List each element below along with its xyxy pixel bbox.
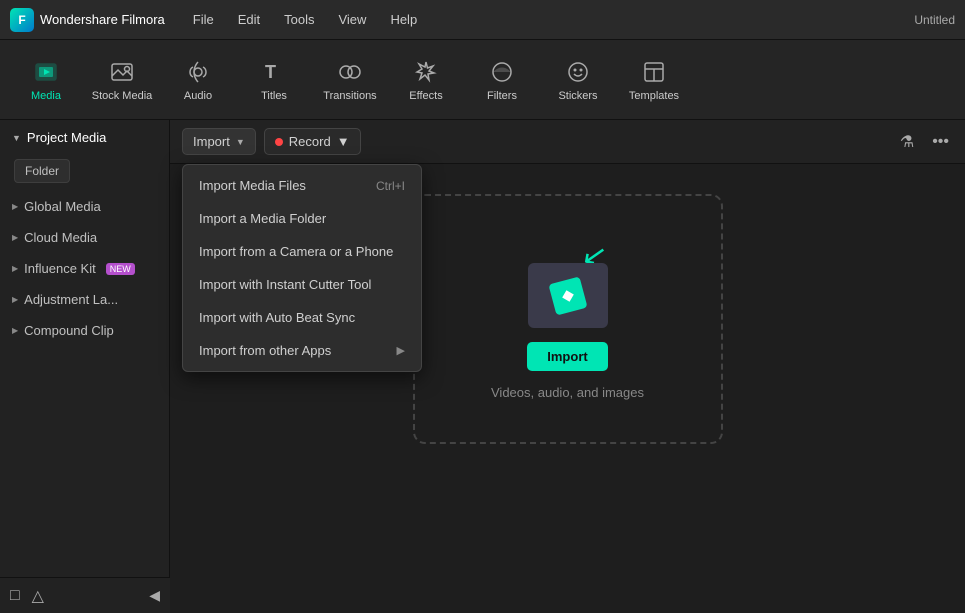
toolbar-media[interactable]: Media [10, 45, 82, 115]
sidebar-item-global-media[interactable]: ▶ Global Media [0, 191, 169, 222]
project-media-header: ▼ Project Media [0, 120, 169, 155]
toolbar-effects[interactable]: Effects [390, 45, 462, 115]
menu-help[interactable]: Help [378, 0, 429, 40]
sidebar-item-compound-clip[interactable]: ▶ Compound Clip [0, 315, 169, 346]
svg-text:T: T [265, 62, 276, 82]
adjustment-layer-triangle: ▶ [12, 295, 18, 304]
import-dropdown-arrow: ▼ [236, 137, 245, 147]
global-media-triangle: ▶ [12, 202, 18, 211]
app-name: Wondershare Filmora [40, 12, 165, 27]
app-logo: F Wondershare Filmora [10, 8, 165, 32]
dropdown-item-import-media-files[interactable]: Import Media Files Ctrl+I [183, 169, 421, 202]
cloud-media-triangle: ▶ [12, 233, 18, 242]
sidebar-bottom: □ △ ◀ [0, 577, 170, 613]
sidebar: ▼ Project Media Folder ▶ Global Media ▶ … [0, 120, 170, 613]
toolbar-stickers[interactable]: Stickers [542, 45, 614, 115]
more-options-icon[interactable]: ••• [928, 131, 953, 153]
record-dropdown-arrow: ▼ [337, 134, 350, 149]
other-apps-submenu-arrow: ▶ [397, 344, 405, 357]
menu-file[interactable]: File [181, 0, 226, 40]
content-bar: Import ▼ Record ▼ ⚗ ••• [170, 120, 965, 164]
menu-tools[interactable]: Tools [272, 0, 326, 40]
toolbar-audio[interactable]: Audio [162, 45, 234, 115]
record-label: Record [289, 134, 331, 149]
influence-kit-label: Influence Kit [24, 261, 96, 276]
import-label: Import [193, 134, 230, 149]
folder-button[interactable]: Folder [14, 159, 70, 183]
toolbar-titles[interactable]: T Titles [238, 45, 310, 115]
import-dropdown-button[interactable]: Import ▼ [182, 128, 256, 155]
toolbar-templates[interactable]: Templates [618, 45, 690, 115]
toolbar-filters[interactable]: Filters [466, 45, 538, 115]
project-media-triangle: ▼ [12, 133, 21, 143]
dropdown-item-import-auto-beat[interactable]: Import with Auto Beat Sync [183, 301, 421, 334]
record-dot-icon [275, 138, 283, 146]
influence-kit-triangle: ▶ [12, 264, 18, 273]
menu-edit[interactable]: Edit [226, 0, 272, 40]
sidebar-collapse-icon[interactable]: ◀ [149, 587, 160, 604]
content-area: Import ▼ Record ▼ ⚗ ••• Import Media Fil… [170, 120, 965, 613]
import-dropdown-menu: Import Media Files Ctrl+I Import a Media… [182, 164, 422, 372]
cloud-media-label: Cloud Media [24, 230, 97, 245]
title-bar: F Wondershare Filmora File Edit Tools Vi… [0, 0, 965, 40]
content-bar-right: ⚗ ••• [896, 130, 953, 154]
dropdown-item-import-camera[interactable]: Import from a Camera or a Phone [183, 235, 421, 268]
main-area: ▼ Project Media Folder ▶ Global Media ▶ … [0, 120, 965, 613]
compound-clip-triangle: ▶ [12, 326, 18, 335]
menu-view[interactable]: View [326, 0, 378, 40]
folder-shape [528, 263, 608, 328]
filmora-logo-icon [548, 276, 587, 315]
record-button[interactable]: Record ▼ [264, 128, 361, 155]
app-logo-icon: F [10, 8, 34, 32]
compound-clip-label: Compound Clip [24, 323, 114, 338]
toolbar-transitions[interactable]: Transitions [314, 45, 386, 115]
sidebar-item-cloud-media[interactable]: ▶ Cloud Media [0, 222, 169, 253]
adjustment-layer-label: Adjustment La... [24, 292, 118, 307]
toolbar: Media Stock Media Audio T Titles Transi [0, 40, 965, 120]
project-media-label: Project Media [27, 130, 106, 145]
sidebar-item-adjustment-layer[interactable]: ▶ Adjustment La... [0, 284, 169, 315]
dropzone: ↙ Import Videos, audio, and images [413, 194, 723, 444]
dropzone-import-button[interactable]: Import [527, 342, 607, 371]
toolbar-stock-media[interactable]: Stock Media [86, 45, 158, 115]
new-folder-icon[interactable]: △ [32, 586, 44, 606]
dropdown-item-import-other-apps[interactable]: Import from other Apps ▶ [183, 334, 421, 367]
sidebar-item-influence-kit[interactable]: ▶ Influence Kit NEW [0, 253, 169, 284]
influence-kit-badge: NEW [106, 263, 135, 275]
window-title: Untitled [914, 13, 955, 27]
global-media-label: Global Media [24, 199, 101, 214]
dropdown-item-import-media-folder[interactable]: Import a Media Folder [183, 202, 421, 235]
import-visual: ↙ [523, 238, 613, 328]
dropzone-subtitle: Videos, audio, and images [491, 385, 644, 400]
filter-icon[interactable]: ⚗ [896, 130, 918, 154]
dropdown-item-import-instant-cutter[interactable]: Import with Instant Cutter Tool [183, 268, 421, 301]
add-folder-icon[interactable]: □ [10, 587, 20, 605]
